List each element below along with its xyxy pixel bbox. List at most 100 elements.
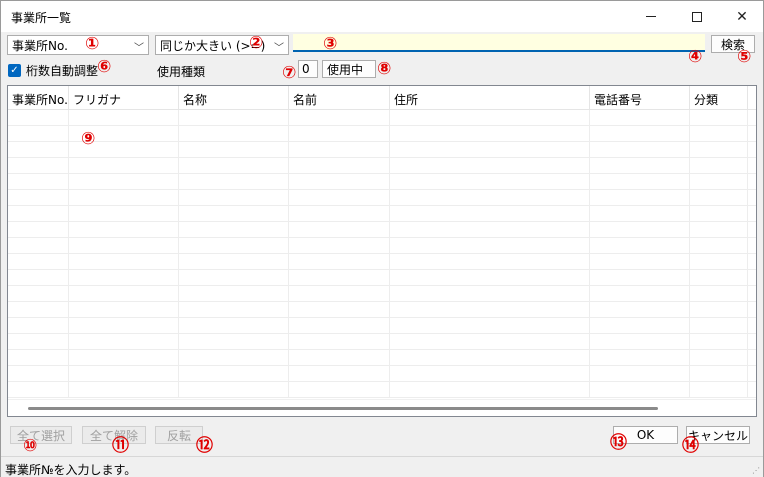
table-cell [390,174,590,190]
table-cell [289,270,390,286]
column-header[interactable]: フリガナ [69,86,179,110]
table-row[interactable] [8,174,756,190]
table-cell [289,350,390,366]
table-row[interactable] [8,286,756,302]
table-cell [390,238,590,254]
table-cell [289,318,390,334]
operator-select[interactable]: 同じか大きい (>=) ﹀ [155,35,289,55]
scrollbar-thumb[interactable] [28,407,658,410]
table-row[interactable] [8,126,756,142]
grid-body[interactable] [8,110,756,400]
usage-type-code[interactable]: 0 [298,60,318,78]
table-row[interactable] [8,302,756,318]
table-row[interactable] [8,254,756,270]
field-select-value: 事業所No. [12,38,68,53]
table-row[interactable] [8,142,756,158]
table-cell [69,286,179,302]
table-cell [289,110,390,126]
table-cell [69,158,179,174]
dialog-window: 事業所一覧 ✕ 事業所No. ﹀ ① 同じか大きい (>=) ﹀ ② ③ ④ 検… [0,0,764,477]
select-all-button[interactable]: 全て選択 [10,426,72,444]
annotation-6: ⑥ [97,57,112,77]
table-cell [590,174,690,190]
resize-grip-icon[interactable]: ⋰ [752,466,760,475]
table-row[interactable] [8,110,756,126]
column-header[interactable]: 分類 [690,86,748,110]
table-row[interactable] [8,350,756,366]
table-cell [8,302,69,318]
minimize-icon [646,16,656,17]
table-cell [179,238,289,254]
table-row[interactable] [8,158,756,174]
column-header[interactable]: 名称 [179,86,289,110]
table-cell [590,142,690,158]
table-cell [690,318,748,334]
table-row[interactable] [8,318,756,334]
table-cell [590,286,690,302]
table-cell [590,126,690,142]
table-cell [179,126,289,142]
table-cell [69,254,179,270]
table-cell [8,110,69,126]
window-title: 事業所一覧 [11,11,72,25]
table-cell [179,110,289,126]
table-cell [390,366,590,382]
table-cell [179,286,289,302]
table-row[interactable] [8,238,756,254]
table-cell [590,158,690,174]
column-header[interactable]: 事業所No. [8,86,69,110]
column-header[interactable]: 住所 [390,86,590,110]
table-cell [179,254,289,270]
table-cell [289,382,390,398]
table-cell [390,350,590,366]
usage-type-value[interactable]: 使用中 [322,60,376,78]
column-header[interactable]: 電話番号 [590,86,690,110]
table-cell [690,190,748,206]
table-cell [390,190,590,206]
table-row[interactable] [8,366,756,382]
table-row[interactable] [8,334,756,350]
table-cell [69,366,179,382]
table-cell [690,222,748,238]
table-cell [8,382,69,398]
status-bar: 事業所№を入力します。 ⋰ [1,456,763,477]
table-cell [690,334,748,350]
field-select[interactable]: 事業所No. ﹀ [7,35,149,55]
maximize-button[interactable] [674,1,720,32]
table-cell [289,302,390,318]
table-cell [390,254,590,270]
annotation-10: ⑩ [23,436,38,456]
table-cell [179,174,289,190]
table-cell [390,206,590,222]
table-row[interactable] [8,270,756,286]
usage-type-value-text: 使用中 [327,62,364,77]
auto-adjust-checkbox[interactable]: ✓ 桁数自動調整 [8,62,98,79]
table-cell [69,110,179,126]
annotation-2: ② [249,33,264,53]
table-row[interactable] [8,206,756,222]
close-button[interactable]: ✕ [719,1,764,32]
table-cell [289,142,390,158]
auto-adjust-label: 桁数自動調整 [26,64,99,78]
search-input[interactable] [293,34,705,52]
table-cell [179,302,289,318]
table-cell [690,142,748,158]
table-cell [390,270,590,286]
table-row[interactable] [8,190,756,206]
table-cell [179,318,289,334]
table-cell [590,334,690,350]
results-grid[interactable]: 事業所No. フリガナ 名称 名前 住所 電話番号 分類 [7,85,757,417]
table-cell [690,110,748,126]
table-cell [8,222,69,238]
horizontal-scrollbar[interactable] [8,399,756,416]
table-row[interactable] [8,382,756,398]
table-cell [590,254,690,270]
column-header[interactable]: 名前 [289,86,390,110]
table-row[interactable] [8,222,756,238]
table-cell [289,222,390,238]
table-cell [590,318,690,334]
table-cell [179,190,289,206]
table-cell [690,382,748,398]
table-cell [590,110,690,126]
minimize-button[interactable] [628,1,674,32]
